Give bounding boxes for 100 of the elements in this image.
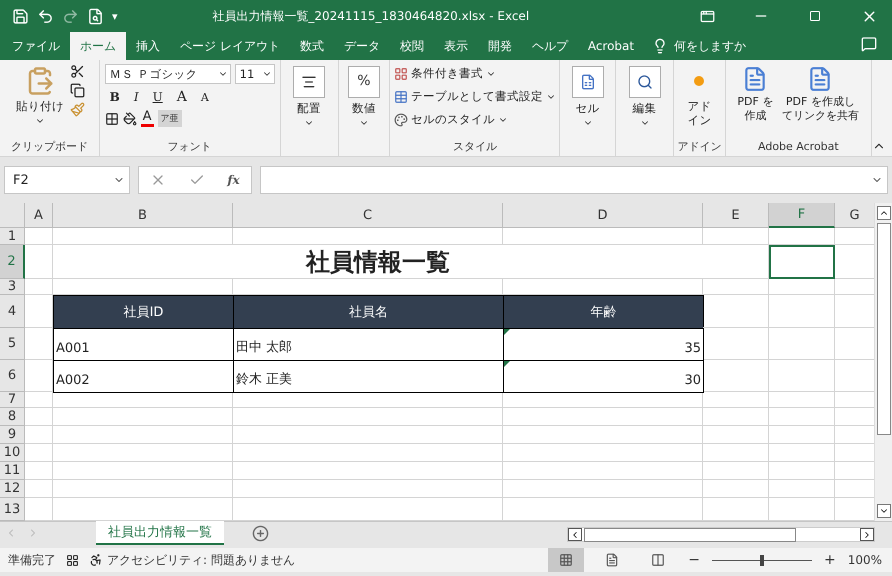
grid-cell[interactable]: [503, 426, 703, 444]
ribbon-tab[interactable]: 校閲: [390, 32, 434, 60]
ribbon-tab[interactable]: Acrobat: [578, 32, 644, 60]
grid-cell[interactable]: [233, 480, 503, 498]
grow-font-button[interactable]: A: [172, 88, 192, 106]
tell-me-search[interactable]: 何をしますか: [644, 32, 754, 60]
ribbon-display-icon[interactable]: [700, 8, 714, 24]
grid-cell[interactable]: [769, 295, 835, 328]
grid-cell[interactable]: [703, 392, 769, 408]
grid-cell[interactable]: [703, 480, 769, 498]
grid-cell[interactable]: [233, 462, 503, 480]
addins-button[interactable]: アドイン: [684, 64, 714, 130]
scroll-up-button[interactable]: [876, 206, 890, 220]
grid-cell[interactable]: [53, 408, 233, 426]
row-header[interactable]: 7: [0, 392, 25, 408]
grid-cell[interactable]: [233, 392, 503, 408]
grid-cell[interactable]: [769, 279, 835, 295]
grid-cell[interactable]: [25, 245, 53, 279]
accessibility-status[interactable]: アクセシビリティ: 問題ありません: [107, 552, 295, 568]
grid-cell[interactable]: [503, 228, 703, 245]
grid-cell[interactable]: [25, 444, 53, 462]
macro-icon[interactable]: [66, 554, 79, 566]
grid-cell[interactable]: [53, 462, 233, 480]
row-header[interactable]: 10: [0, 444, 25, 462]
column-header[interactable]: A: [25, 203, 53, 228]
grid-cell[interactable]: [703, 295, 769, 328]
style-menu-button[interactable]: 条件付き書式: [392, 64, 558, 83]
redo-icon[interactable]: [62, 8, 79, 24]
zoom-out-button[interactable]: −: [686, 552, 702, 568]
accessibility-icon[interactable]: [89, 553, 103, 567]
style-menu-button[interactable]: セルのスタイル: [392, 110, 558, 129]
undo-icon[interactable]: [37, 8, 54, 24]
grid-cell[interactable]: [25, 480, 53, 498]
grid-cell[interactable]: [503, 462, 703, 480]
grid-cell[interactable]: [25, 426, 53, 444]
column-header[interactable]: E: [703, 203, 769, 228]
row-header[interactable]: 1: [0, 228, 25, 245]
grid-cell[interactable]: [25, 279, 53, 295]
grid-cell[interactable]: [703, 408, 769, 426]
pdf-button[interactable]: PDF を作成: [735, 64, 776, 124]
grid-cell[interactable]: [233, 444, 503, 462]
shrink-font-button[interactable]: A: [196, 90, 214, 104]
grid-cell[interactable]: [703, 279, 769, 295]
table-cell[interactable]: 30: [503, 360, 704, 393]
grid-cell[interactable]: [769, 392, 835, 408]
scroll-thumb[interactable]: [584, 528, 796, 542]
insert-function-button[interactable]: fx: [227, 173, 240, 187]
select-all-button[interactable]: [0, 203, 25, 228]
phonetic-button[interactable]: ア亜: [158, 110, 182, 127]
zoom-in-button[interactable]: +: [822, 552, 838, 568]
grid-cell[interactable]: [769, 462, 835, 480]
grid-cell[interactable]: [769, 360, 835, 392]
grid-cell[interactable]: [503, 408, 703, 426]
column-header[interactable]: C: [233, 203, 503, 228]
row-header[interactable]: 8: [0, 408, 25, 426]
row-header[interactable]: 12: [0, 480, 25, 498]
grid-cell[interactable]: [25, 408, 53, 426]
paste-button[interactable]: 貼り付け: [14, 64, 66, 128]
save-icon[interactable]: [12, 8, 29, 24]
grid-cell[interactable]: [25, 228, 53, 245]
ribbon-tab[interactable]: ファイル: [2, 32, 70, 60]
grid-cell[interactable]: [53, 228, 233, 245]
scroll-thumb[interactable]: [876, 223, 890, 435]
view-button[interactable]: [548, 548, 584, 572]
grid-cell[interactable]: [233, 408, 503, 426]
formula-input[interactable]: [260, 166, 888, 194]
row-header[interactable]: 13: [0, 498, 25, 521]
grid-cell[interactable]: [703, 228, 769, 245]
column-header[interactable]: F: [769, 203, 835, 228]
row-header[interactable]: 11: [0, 462, 25, 480]
row-header[interactable]: 3: [0, 279, 25, 295]
grid-cell[interactable]: [233, 426, 503, 444]
cut-icon[interactable]: [70, 64, 85, 79]
ribbon-tab[interactable]: 表示: [434, 32, 478, 60]
grid-cell[interactable]: [503, 480, 703, 498]
sheet-tab[interactable]: 社員出力情報一覧: [96, 521, 224, 545]
row-header[interactable]: 6: [0, 360, 25, 392]
style-menu-button[interactable]: テーブルとして書式設定: [392, 87, 558, 106]
grid-cell[interactable]: [25, 462, 53, 480]
scroll-left-button[interactable]: [568, 528, 582, 541]
row-header[interactable]: 4: [0, 295, 25, 328]
grid-cell[interactable]: [703, 360, 769, 392]
grid-cell[interactable]: [53, 426, 233, 444]
column-header[interactable]: D: [503, 203, 703, 228]
font-size-field[interactable]: 11: [234, 64, 275, 84]
font-name-field[interactable]: ＭＳ Ｐゴシック: [104, 64, 231, 84]
grid-cell[interactable]: [703, 462, 769, 480]
grid-cell[interactable]: [703, 328, 769, 360]
grid-cell[interactable]: [769, 228, 835, 245]
grid-cell[interactable]: [503, 444, 703, 462]
grid-cell[interactable]: [769, 426, 835, 444]
font-color-button[interactable]: A: [140, 110, 154, 127]
selected-cell[interactable]: [769, 245, 835, 279]
pdf-button[interactable]: PDF を作成してリンクを共有: [779, 64, 862, 124]
grid-cell[interactable]: [233, 228, 503, 245]
row-header[interactable]: 2: [0, 245, 25, 279]
fill-color-icon[interactable]: [122, 112, 137, 126]
ribbon-tab[interactable]: データ: [334, 32, 390, 60]
zoom-thumb[interactable]: [760, 554, 764, 566]
ribbon-tab[interactable]: ページ レイアウト: [170, 32, 290, 60]
